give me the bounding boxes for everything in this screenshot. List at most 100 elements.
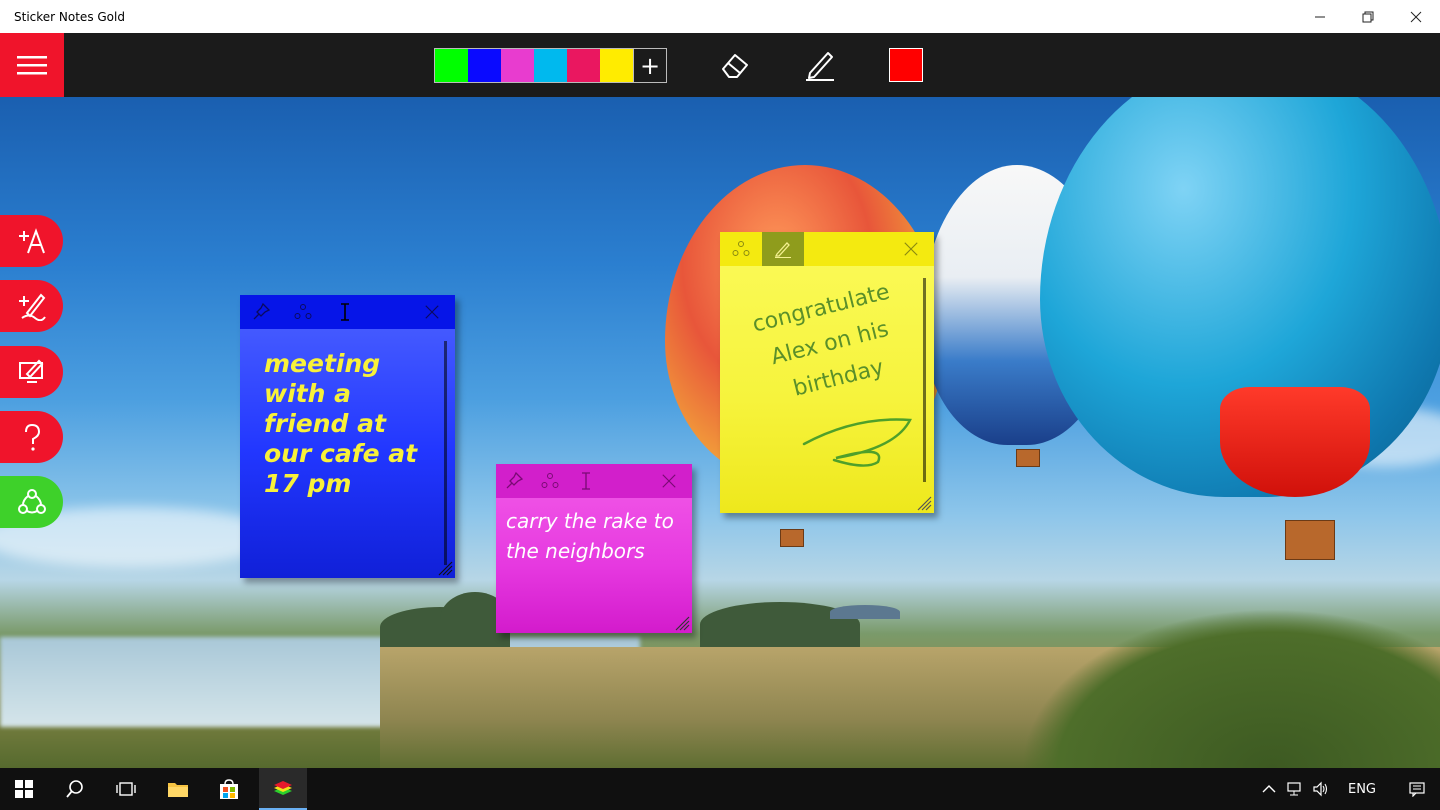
pin-icon	[253, 303, 270, 320]
note-pin-button[interactable]	[240, 295, 282, 329]
note-scrollbar[interactable]	[923, 278, 926, 482]
add-text-note-button[interactable]	[0, 215, 63, 267]
help-button[interactable]	[0, 411, 63, 463]
show-hidden-icons-button[interactable]	[1256, 768, 1282, 810]
note-share-button[interactable]	[720, 232, 762, 266]
pen-icon	[806, 52, 834, 81]
pen-button[interactable]	[803, 48, 837, 82]
task-view-icon	[116, 782, 136, 796]
scribble-drawing	[802, 418, 912, 467]
minimize-icon	[1315, 16, 1325, 17]
sticky-note-blue[interactable]: meeting with a friend at our cafe at 17 …	[240, 295, 455, 578]
file-explorer-icon	[168, 783, 188, 797]
add-drawing-icon	[18, 293, 46, 321]
menu-icon	[17, 56, 47, 75]
add-drawing-note-button[interactable]	[0, 280, 63, 332]
sticker-notes-icon	[274, 781, 292, 795]
chevron-up-icon	[1262, 785, 1276, 793]
close-icon	[904, 242, 918, 256]
restore-icon	[1362, 11, 1374, 22]
sticky-note-magenta[interactable]: carry the rake to the neighbors	[496, 464, 692, 633]
close-icon	[425, 305, 439, 319]
sticky-note-yellow[interactable]: congratulate Alex on his birthday	[720, 232, 934, 513]
note-toolbar	[240, 295, 455, 329]
note-toolbar	[720, 232, 934, 266]
current-color-swatch[interactable]	[889, 48, 923, 82]
close-button[interactable]	[1392, 0, 1440, 33]
eraser-button[interactable]	[718, 48, 752, 82]
share-icon	[294, 304, 312, 319]
file-explorer-button[interactable]	[154, 768, 202, 810]
desktop-edit-icon	[18, 359, 43, 383]
task-view-button[interactable]	[102, 768, 150, 810]
eraser-icon	[722, 54, 748, 78]
balloon-red-skirt	[1220, 387, 1370, 497]
minimize-button[interactable]	[1296, 0, 1344, 33]
window-title: Sticker Notes Gold	[14, 9, 125, 24]
start-button[interactable]	[0, 768, 48, 810]
menu-button[interactable]	[0, 33, 64, 97]
notification-icon	[1409, 782, 1425, 797]
note-text[interactable]: carry the rake to the neighbors	[496, 498, 692, 574]
app-toolbar: +	[0, 33, 1440, 97]
swatch-yellow[interactable]	[600, 49, 633, 82]
add-text-icon	[18, 228, 45, 254]
store-button[interactable]	[205, 768, 253, 810]
share-icon	[541, 473, 559, 488]
note-share-button[interactable]	[282, 295, 324, 329]
network-icon	[1287, 782, 1301, 796]
add-color-button[interactable]: +	[633, 49, 666, 82]
note-toolbar	[496, 464, 692, 498]
volume-icon	[1313, 781, 1328, 797]
close-icon	[1410, 11, 1422, 22]
swatch-green[interactable]	[435, 49, 468, 82]
swatch-magenta[interactable]	[501, 49, 534, 82]
resize-grip-icon[interactable]	[674, 615, 690, 631]
resize-grip-icon[interactable]	[437, 560, 453, 576]
note-close-button[interactable]	[894, 232, 928, 266]
balloon-basket	[780, 529, 804, 547]
note-content: congratulate Alex on his birthday	[730, 270, 931, 418]
sticker-notes-taskbar-button[interactable]	[259, 768, 307, 810]
note-text[interactable]: meeting with a friend at our cafe at 17 …	[240, 329, 455, 519]
share-icon	[732, 241, 750, 256]
language-indicator[interactable]: ENG	[1334, 782, 1394, 797]
store-icon	[220, 779, 238, 799]
note-share-button[interactable]	[532, 464, 568, 498]
foreground-trees	[1020, 608, 1440, 768]
network-button[interactable]	[1282, 768, 1308, 810]
resize-grip-icon[interactable]	[916, 495, 932, 511]
desktop-edit-button[interactable]	[0, 346, 63, 398]
help-icon	[24, 423, 40, 451]
system-tray: ENG	[1256, 768, 1440, 810]
close-icon	[662, 474, 676, 488]
note-pin-button[interactable]	[496, 464, 532, 498]
restore-button[interactable]	[1344, 0, 1392, 33]
action-center-button[interactable]	[1394, 768, 1440, 810]
taskbar: ENG	[0, 768, 1440, 810]
swatch-crimson[interactable]	[567, 49, 600, 82]
share-button[interactable]	[0, 476, 63, 528]
pin-icon	[506, 472, 523, 489]
swatch-blue[interactable]	[468, 49, 501, 82]
note-close-button[interactable]	[652, 464, 686, 498]
windows-start-icon	[15, 780, 33, 798]
search-button[interactable]	[51, 768, 99, 810]
share-icon	[17, 489, 46, 514]
text-cursor-icon	[582, 472, 590, 490]
color-palette: +	[434, 48, 667, 83]
search-icon	[66, 780, 83, 798]
title-bar: Sticker Notes Gold	[0, 0, 1440, 33]
note-text-mode-button[interactable]	[324, 295, 366, 329]
note-text[interactable]: congratulate Alex on his birthday	[730, 270, 931, 418]
note-text-mode-button[interactable]	[568, 464, 604, 498]
note-scrollbar[interactable]	[444, 341, 447, 565]
text-cursor-icon	[341, 303, 349, 321]
volume-button[interactable]	[1308, 768, 1334, 810]
hill	[830, 605, 900, 619]
swatch-cyan[interactable]	[534, 49, 567, 82]
note-draw-mode-button[interactable]	[762, 232, 804, 266]
pen-icon	[774, 242, 791, 258]
balloon-basket	[1285, 520, 1335, 560]
note-close-button[interactable]	[415, 295, 449, 329]
